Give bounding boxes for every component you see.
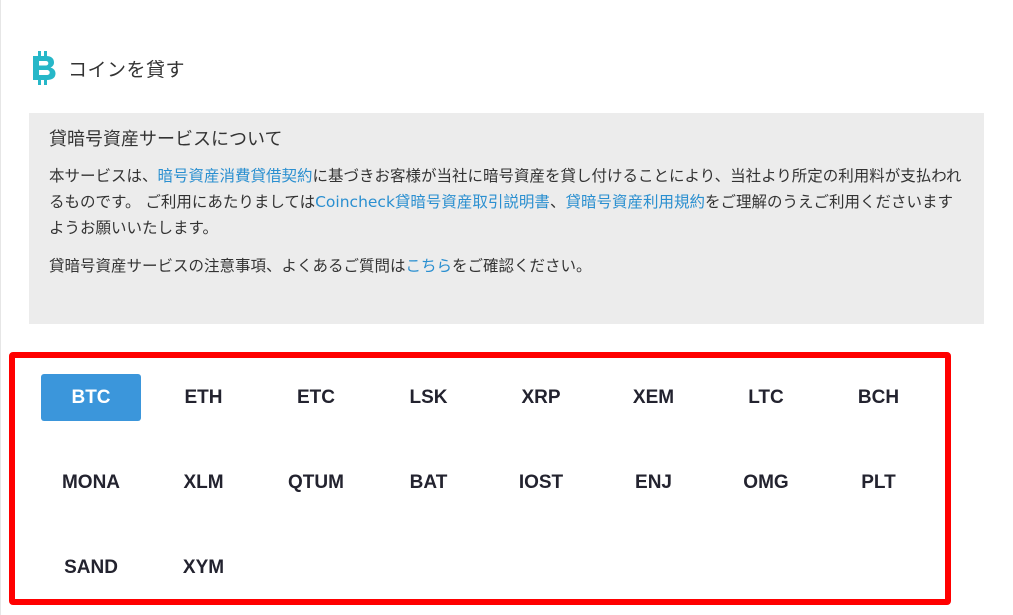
trading-explanation-link[interactable]: Coincheck貸暗号資産取引説明書 [315,193,550,211]
info-text-segment: 本サービスは、 [49,167,158,185]
coin-button-qtum[interactable]: QTUM [266,459,366,506]
coin-button-etc[interactable]: ETC [266,374,366,421]
info-box: 貸暗号資産サービスについて 本サービスは、暗号資産消費貸借契約に基づきお客様が当… [29,113,984,324]
coin-button-sand[interactable]: SAND [41,544,141,591]
coin-button-bat[interactable]: BAT [379,459,479,506]
coin-button-lsk[interactable]: LSK [379,374,479,421]
coin-button-plt[interactable]: PLT [829,459,929,506]
coin-button-bch[interactable]: BCH [829,374,929,421]
coin-button-eth[interactable]: ETH [154,374,254,421]
coin-button-xrp[interactable]: XRP [491,374,591,421]
info-description: 本サービスは、暗号資産消費貸借契約に基づきお客様が当社に暗号資産を貸し付けること… [49,163,964,241]
coin-selector: BTC ETH ETC LSK XRP XEM LTC BCH MONA XLM… [41,374,929,591]
coin-button-omg[interactable]: OMG [716,459,816,506]
info-note: 貸暗号資産サービスの注意事項、よくあるご質問はこちらをご確認ください。 [49,253,964,279]
coin-button-mona[interactable]: MONA [41,459,141,506]
coin-button-ltc[interactable]: LTC [716,374,816,421]
coin-button-btc[interactable]: BTC [41,374,141,421]
page-left-border [0,0,1,615]
loan-contract-link[interactable]: 暗号資産消費貸借契約 [158,167,313,185]
coin-button-enj[interactable]: ENJ [604,459,704,506]
page-header: コインを貸す [31,50,185,86]
info-text-segment: をご確認ください。 [452,257,592,275]
coin-button-xem[interactable]: XEM [604,374,704,421]
bitcoin-icon [33,51,56,85]
faq-link[interactable]: こちら [406,257,453,275]
info-text-segment: 貸暗号資産サービスの注意事項、よくあるご質問は [49,257,406,275]
info-text-segment: 、 [549,193,566,211]
coin-selector-highlight: BTC ETH ETC LSK XRP XEM LTC BCH MONA XLM… [9,352,951,605]
coin-button-iost[interactable]: IOST [491,459,591,506]
terms-of-use-link[interactable]: 貸暗号資産利用規約 [565,193,705,211]
page-title: コインを貸す [68,58,186,81]
info-title: 貸暗号資産サービスについて [49,129,283,150]
coin-button-xlm[interactable]: XLM [154,459,254,506]
coin-button-xym[interactable]: XYM [154,544,254,591]
